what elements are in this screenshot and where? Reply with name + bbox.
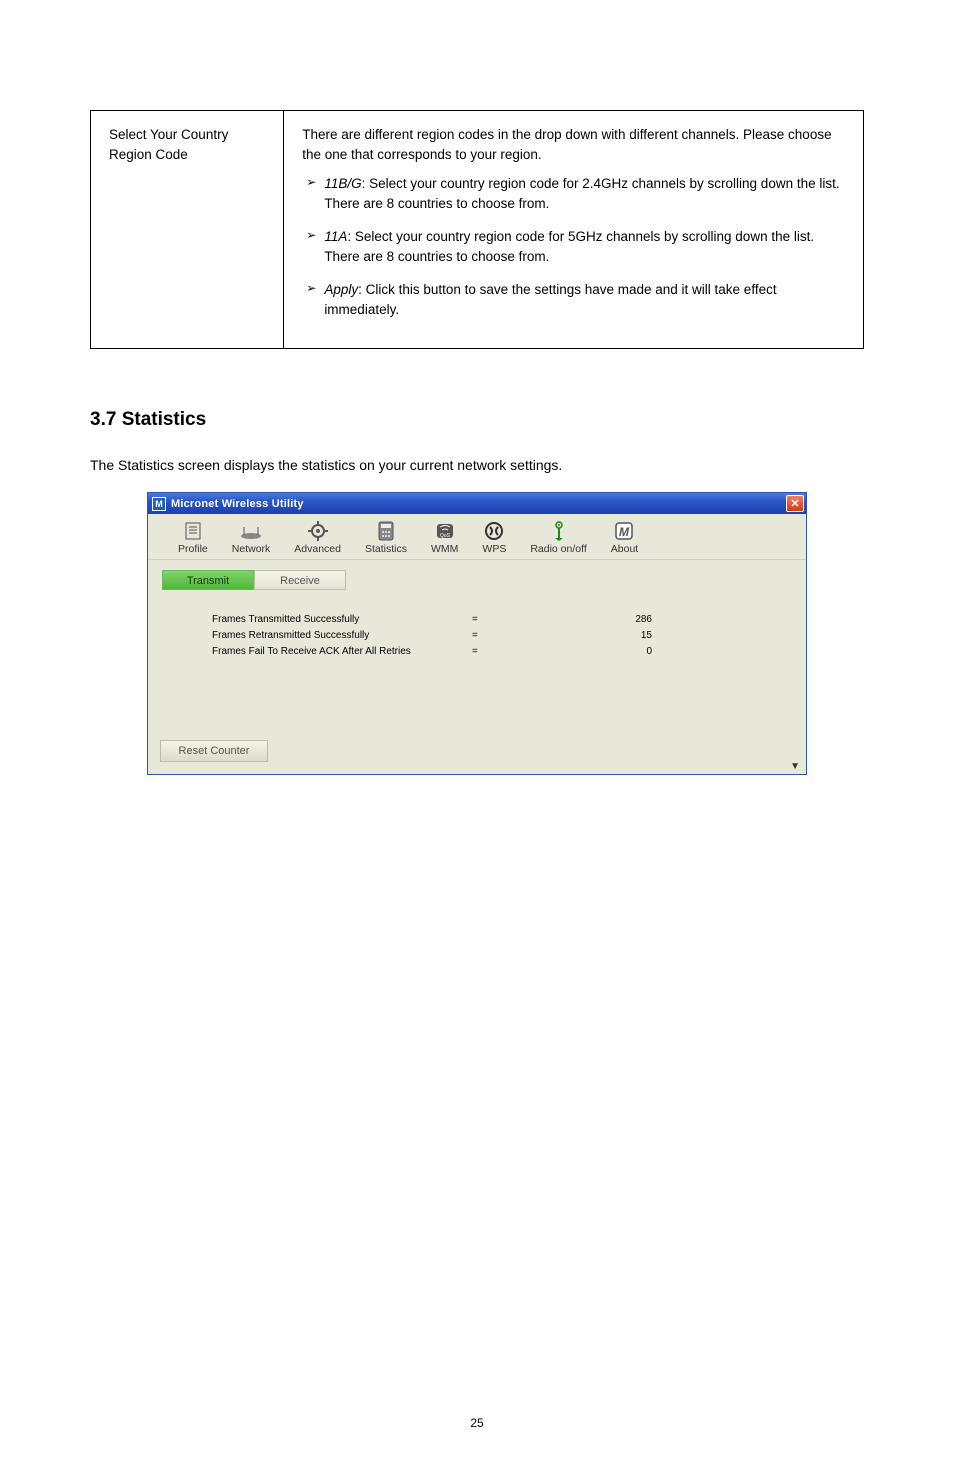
desc-cell: There are different region codes in the … — [284, 111, 864, 349]
equals-sign: = — [472, 630, 592, 641]
parameter-table: Select Your Country Region Code There ar… — [90, 110, 864, 349]
toolbar: Profile Network Advanced Statistics — [148, 514, 806, 560]
stat-row: Frames Fail To Receive ACK After All Ret… — [212, 646, 792, 657]
subtabs: Transmit Receive — [162, 570, 792, 590]
calculator-icon — [365, 520, 407, 542]
sublist-label: Apply — [324, 282, 358, 297]
bullet-icon: ➢ — [306, 280, 316, 319]
sublist-text: 11B/G: Select your country region code f… — [324, 174, 845, 213]
antenna-icon — [530, 520, 586, 542]
toolbar-label: Advanced — [294, 543, 341, 555]
toolbar-label: Network — [232, 543, 271, 555]
stat-row: Frames Transmitted Successfully = 286 — [212, 614, 792, 625]
bullet-icon: ➢ — [306, 174, 316, 213]
toolbar-item-radio[interactable]: Radio on/off — [530, 520, 586, 555]
close-icon: ✕ — [790, 497, 799, 510]
stats-list: Frames Transmitted Successfully = 286 Fr… — [212, 614, 792, 657]
equals-sign: = — [472, 614, 592, 625]
stat-label: Frames Transmitted Successfully — [212, 614, 472, 625]
sublist-item: ➢ 11A: Select your country region code f… — [302, 227, 845, 266]
chevron-down-icon[interactable]: ▼ — [790, 761, 800, 772]
toolbar-label: WMM — [431, 543, 458, 555]
toolbar-label: Radio on/off — [530, 543, 586, 555]
profile-icon — [178, 520, 208, 542]
section-heading: 3.7 Statistics — [90, 409, 864, 431]
toolbar-item-profile[interactable]: Profile — [178, 520, 208, 555]
equals-sign: = — [472, 646, 592, 657]
tab-receive[interactable]: Receive — [254, 570, 346, 590]
sublist-label: 11B/G — [324, 176, 361, 191]
sublist-label: 11A — [324, 229, 347, 244]
param-cell: Select Your Country Region Code — [91, 111, 284, 349]
page-number: 25 — [0, 1416, 954, 1430]
toolbar-item-about[interactable]: M About — [611, 520, 638, 555]
close-button[interactable]: ✕ — [786, 495, 804, 512]
sublist-desc: Click this button to save the settings h… — [324, 282, 776, 317]
content-area: Transmit Receive Frames Transmitted Succ… — [148, 560, 806, 774]
stat-value: 0 — [592, 646, 652, 657]
toolbar-label: WPS — [482, 543, 506, 555]
gear-icon — [294, 520, 341, 542]
wps-icon — [482, 520, 506, 542]
toolbar-label: About — [611, 543, 638, 555]
titlebar: M Micronet Wireless Utility ✕ — [148, 493, 806, 514]
section-paragraph: The Statistics screen displays the stati… — [90, 455, 864, 477]
toolbar-label: Statistics — [365, 543, 407, 555]
app-icon: M — [152, 497, 166, 511]
sublist-desc: Select your country region code for 2.4G… — [324, 176, 839, 211]
toolbar-item-wps[interactable]: WPS — [482, 520, 506, 555]
about-icon: M — [611, 520, 638, 542]
wmm-icon: QoS — [431, 520, 458, 542]
toolbar-item-statistics[interactable]: Statistics — [365, 520, 407, 555]
toolbar-label: Profile — [178, 543, 208, 555]
window-title: Micronet Wireless Utility — [171, 498, 786, 510]
stat-value: 286 — [592, 614, 652, 625]
toolbar-item-advanced[interactable]: Advanced — [294, 520, 341, 555]
svg-text:QoS: QoS — [440, 533, 451, 539]
stat-label: Frames Fail To Receive ACK After All Ret… — [212, 646, 472, 657]
toolbar-item-network[interactable]: Network — [232, 520, 271, 555]
sublist-item: ➢ Apply: Click this button to save the s… — [302, 280, 845, 319]
desc-sublist: ➢ 11B/G: Select your country region code… — [302, 174, 845, 319]
toolbar-item-wmm[interactable]: QoS WMM — [431, 520, 458, 555]
stat-label: Frames Retransmitted Successfully — [212, 630, 472, 641]
network-icon — [232, 520, 271, 542]
tab-transmit[interactable]: Transmit — [162, 570, 254, 590]
desc-intro: There are different region codes in the … — [302, 125, 845, 164]
sublist-text: 11A: Select your country region code for… — [324, 227, 845, 266]
stat-value: 15 — [592, 630, 652, 641]
sublist-desc: Select your country region code for 5GHz… — [324, 229, 814, 264]
stat-row: Frames Retransmitted Successfully = 15 — [212, 630, 792, 641]
param-label: Select Your Country Region Code — [109, 127, 228, 162]
reset-counter-button[interactable]: Reset Counter — [160, 740, 268, 762]
bullet-icon: ➢ — [306, 227, 316, 266]
svg-text:M: M — [619, 525, 630, 539]
sublist-item: ➢ 11B/G: Select your country region code… — [302, 174, 845, 213]
sublist-text: Apply: Click this button to save the set… — [324, 280, 845, 319]
app-window: M Micronet Wireless Utility ✕ Profile Ne… — [147, 492, 807, 775]
